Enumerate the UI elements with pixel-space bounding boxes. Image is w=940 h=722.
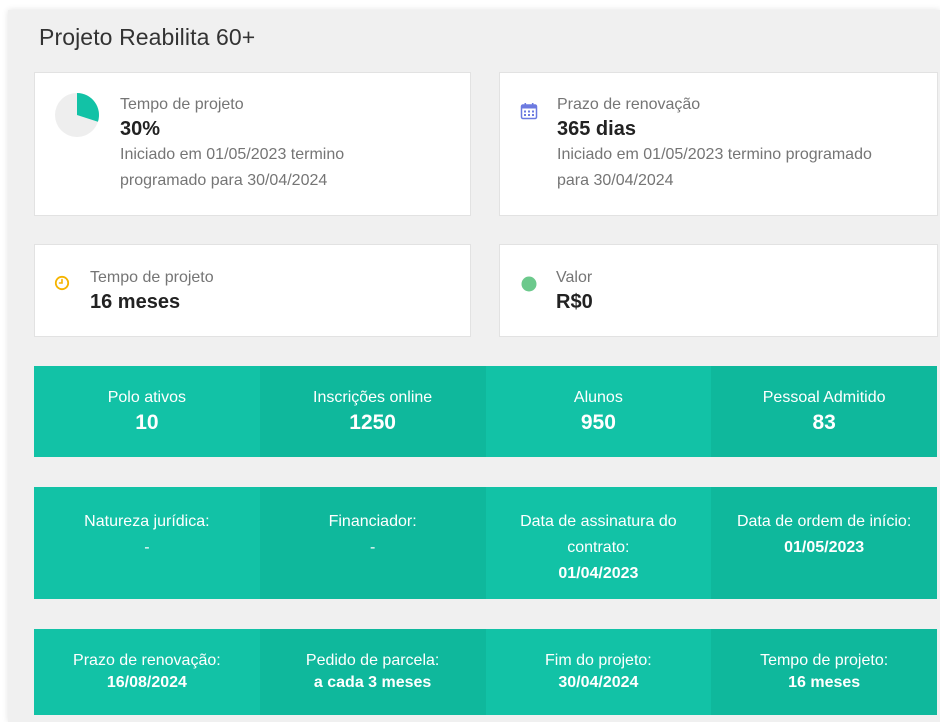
details-strip: Natureza jurídica: - Financiador: - Data…: [34, 487, 937, 599]
stat-label: Inscrições online: [313, 388, 433, 406]
card-subtext: Iniciado em 01/05/2023 termino programad…: [557, 146, 872, 189]
card-subtext: Iniciado em 01/05/2023 termino programad…: [120, 146, 345, 189]
date-fim-projeto: Fim do projeto: 30/04/2024: [485, 629, 712, 715]
stat-label: Pessoal Admitido: [762, 388, 886, 406]
stat-pessoal-admitido: Pessoal Admitido 83: [711, 366, 937, 457]
green-dot-icon: [521, 276, 537, 292]
renewal-card: Prazo de renovação 365 dias Iniciado em …: [499, 72, 938, 216]
detail-data-assinatura: Data de assinatura do contrato: 01/04/20…: [485, 487, 712, 599]
card-label: Prazo de renovação: [557, 96, 701, 113]
stat-value: 950: [580, 410, 616, 434]
stat-label: Alunos: [573, 388, 623, 406]
clock-icon: [54, 275, 70, 291]
progress-value: 30%: [120, 118, 161, 140]
detail-label: Data de assinatura do contrato:: [520, 513, 677, 556]
detail-value: -: [369, 539, 376, 556]
detail-value: 01/04/2023: [558, 565, 639, 582]
stat-value: 10: [135, 410, 159, 434]
detail-financiador: Financiador: -: [259, 487, 486, 599]
card-label: Tempo de projeto: [120, 96, 244, 113]
duration-value: 16 meses: [90, 291, 181, 313]
stat-label: Polo ativos: [107, 388, 186, 406]
card-label: Valor: [556, 269, 593, 286]
detail-natureza-juridica: Natureza jurídica: -: [34, 487, 260, 599]
page-title: Projeto Reabilita 60+: [39, 24, 256, 50]
stat-polo-ativos: Polo ativos 10: [34, 366, 260, 457]
date-prazo-renovacao: Prazo de renovação: 16/08/2024: [34, 629, 260, 715]
date-value: 30/04/2024: [558, 674, 639, 691]
renewal-value: 365 dias: [557, 118, 636, 140]
date-pedido-parcela: Pedido de parcela: a cada 3 meses: [259, 629, 486, 715]
date-value: 16 meses: [788, 674, 861, 691]
date-label: Prazo de renovação:: [73, 652, 221, 669]
dates-strip: Prazo de renovação: 16/08/2024 Pedido de…: [34, 629, 937, 715]
stat-value: 1250: [349, 410, 396, 434]
duration-card: Tempo de projeto 16 meses: [34, 244, 471, 337]
project-progress-card: Tempo de projeto 30% Iniciado em 01/05/2…: [34, 72, 471, 216]
calendar-icon: [520, 103, 538, 120]
stat-value: 83: [812, 410, 836, 434]
value-card: Valor R$0: [499, 244, 938, 337]
stat-inscricoes-online: Inscrições online 1250: [259, 366, 486, 457]
stats-strip: Polo ativos 10 Inscrições online 1250 Al…: [34, 366, 937, 457]
date-label: Fim do projeto:: [545, 652, 652, 669]
date-tempo-projeto: Tempo de projeto: 16 meses: [711, 629, 937, 715]
date-value: a cada 3 meses: [313, 674, 432, 691]
date-label: Tempo de projeto:: [760, 652, 889, 669]
stat-alunos: Alunos 950: [485, 366, 712, 457]
detail-label: Financiador:: [328, 513, 417, 530]
date-label: Pedido de parcela:: [305, 652, 440, 669]
pie-progress-icon: [55, 93, 99, 137]
detail-value: -: [144, 539, 150, 556]
detail-data-ordem-inicio: Data de ordem de início: 01/05/2023: [711, 487, 937, 599]
date-value: 16/08/2024: [106, 674, 187, 691]
card-label: Tempo de projeto: [90, 269, 214, 286]
detail-label: Natureza jurídica:: [84, 513, 210, 530]
detail-value: 01/05/2023: [784, 539, 865, 556]
detail-label: Data de ordem de início:: [736, 513, 912, 530]
amount-value: R$0: [556, 291, 593, 313]
